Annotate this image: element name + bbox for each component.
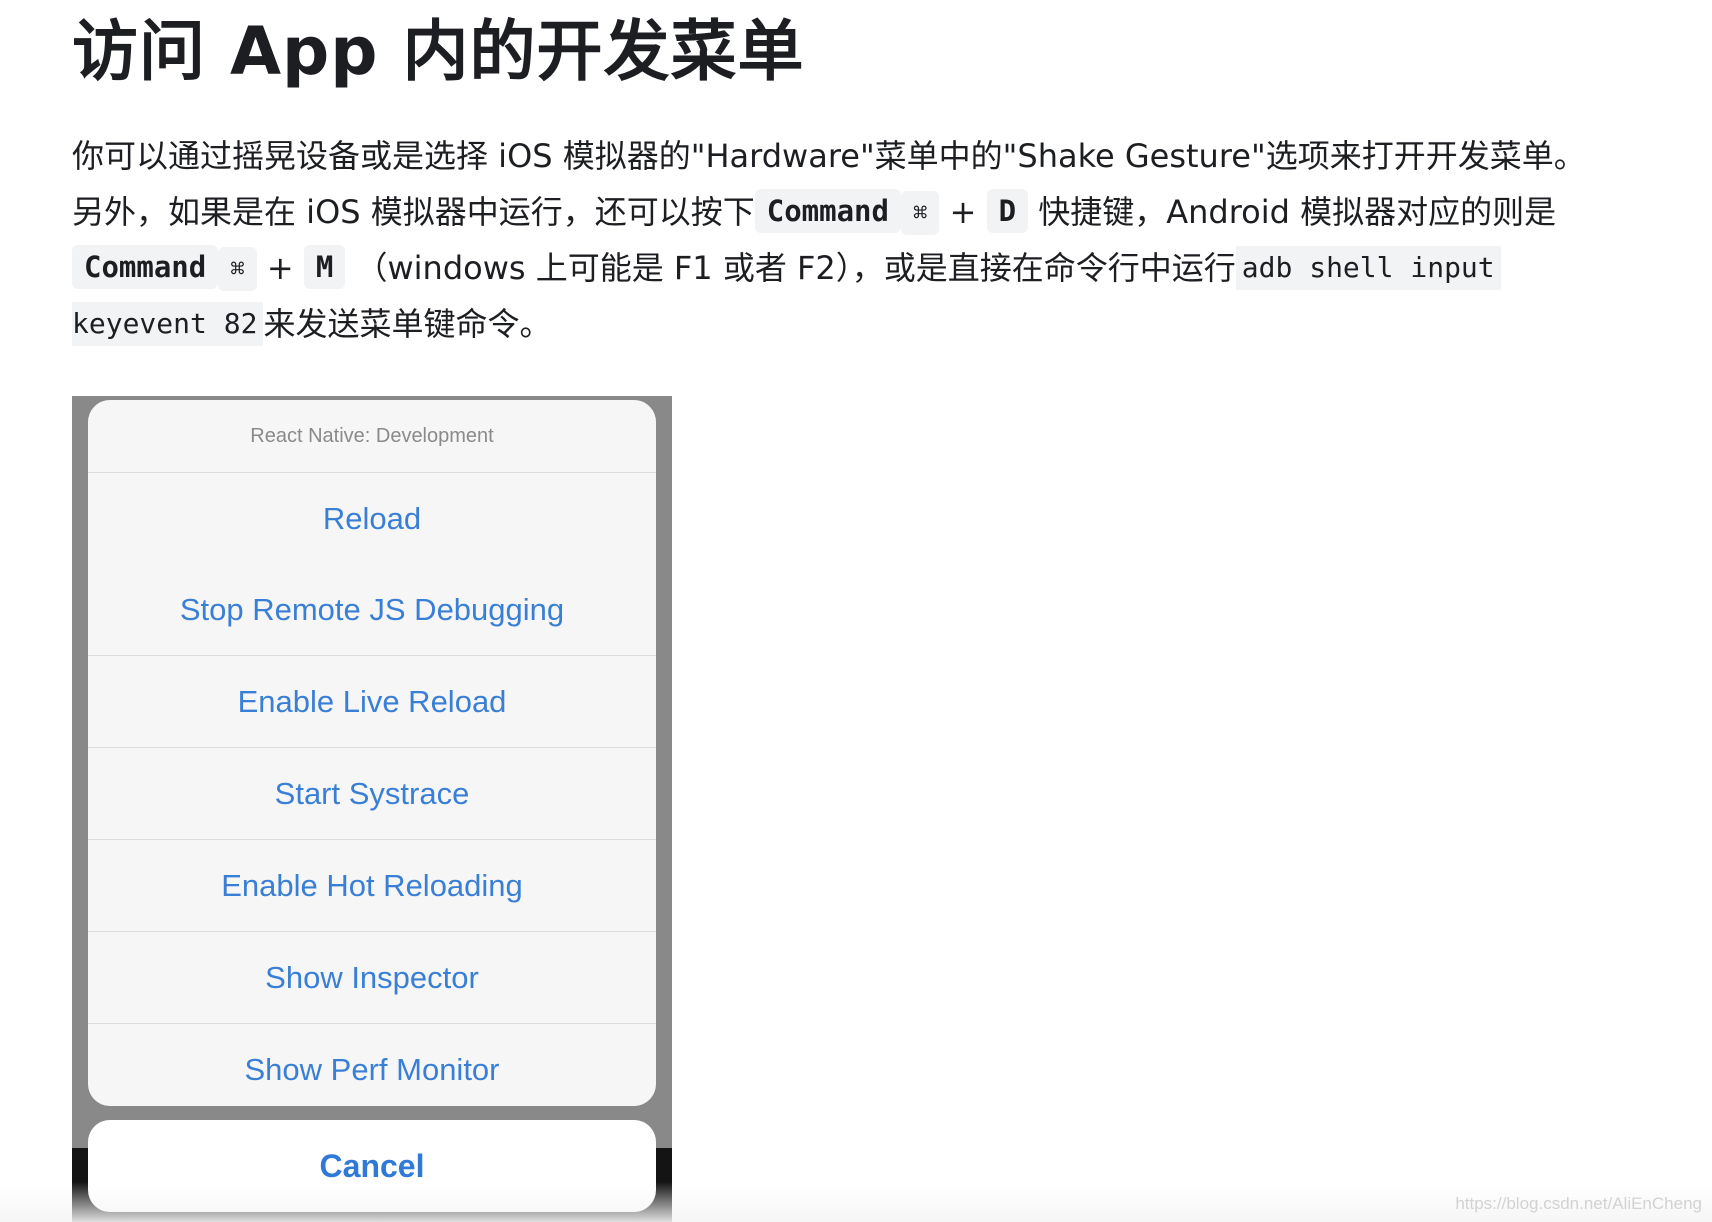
paragraph-line-2: 另外，如果是在 iOS 模拟器中运行，还可以按下 Command ⌘ + D 快捷键… xyxy=(72,184,1672,240)
kbd-command: Command xyxy=(72,245,219,289)
plus-sign: + xyxy=(949,193,977,231)
page-title: 访问 App 内的开发菜单 xyxy=(72,13,805,90)
menu-item-reload[interactable]: Reload xyxy=(88,473,656,564)
paragraph-line-3: Command ⌘ + M （windows 上可能是 F1 或者 F2），或是直… xyxy=(72,240,1672,296)
paragraph-text: 另外，如果是在 iOS 模拟器中运行，还可以按下 xyxy=(72,193,755,231)
dev-menu-header: React Native: Development xyxy=(88,400,656,473)
menu-item-show-perf-monitor[interactable]: Show Perf Monitor xyxy=(88,1024,656,1106)
dev-menu-sheet: React Native: Development Reload Stop Re… xyxy=(88,400,656,1106)
intro-paragraph: 你可以通过摇晃设备或是选择 iOS 模拟器的"Hardware"菜单中的"Sha… xyxy=(72,128,1672,352)
kbd-cmd-symbol: ⌘ xyxy=(900,191,940,235)
kbd-d: D xyxy=(986,189,1029,233)
inline-code: adb shell input xyxy=(1235,246,1501,290)
paragraph-text: 来发送菜单键命令。 xyxy=(263,305,552,343)
kbd-command: Command xyxy=(754,189,901,233)
paragraph-line-1: 你可以通过摇晃设备或是选择 iOS 模拟器的"Hardware"菜单中的"Sha… xyxy=(72,128,1672,184)
inline-code: keyevent 82 xyxy=(72,302,264,346)
dev-menu-screenshot: React Native: Development Reload Stop Re… xyxy=(72,396,672,1222)
menu-item-enable-hot-reloading[interactable]: Enable Hot Reloading xyxy=(88,840,656,932)
menu-item-stop-remote-js-debugging[interactable]: Stop Remote JS Debugging xyxy=(88,564,656,656)
plus-sign: + xyxy=(266,249,294,287)
kbd-m: M xyxy=(303,245,346,289)
paragraph-text: 快捷键，Android 模拟器对应的则是 xyxy=(1038,193,1557,231)
watermark: https://blog.csdn.net/AliEnCheng xyxy=(1455,1194,1702,1213)
cancel-button[interactable]: Cancel xyxy=(88,1120,656,1212)
menu-item-show-inspector[interactable]: Show Inspector xyxy=(88,932,656,1024)
kbd-cmd-symbol: ⌘ xyxy=(218,247,257,291)
menu-item-enable-live-reload[interactable]: Enable Live Reload xyxy=(88,656,656,748)
paragraph-text: 你可以通过摇晃设备或是选择 iOS 模拟器的"Hardware"菜单中的"Sha… xyxy=(72,137,1586,175)
paragraph-text: （windows 上可能是 F1 或者 F2），或是直接在命令行中运行 xyxy=(355,249,1236,287)
paragraph-line-4: keyevent 82 来发送菜单键命令。 xyxy=(72,296,1672,352)
menu-item-start-systrace[interactable]: Start Systrace xyxy=(88,748,656,840)
